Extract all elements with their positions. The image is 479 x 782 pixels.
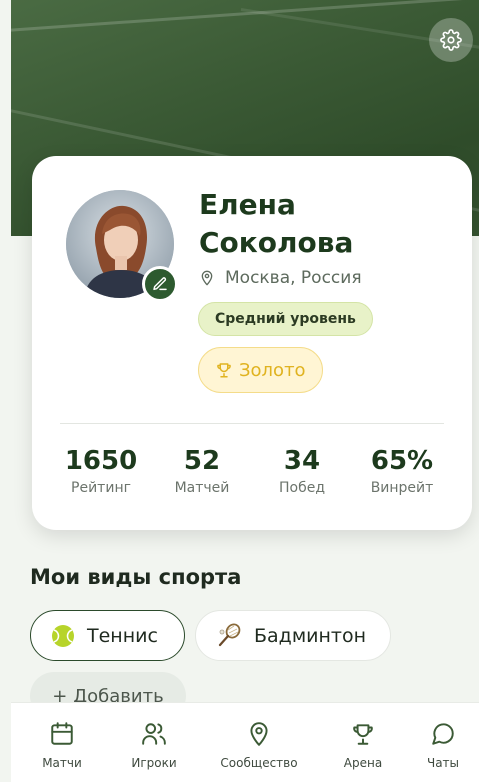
rank-text: Золото: [239, 359, 306, 381]
profile-card: Елена Соколова Москва, Россия Средний ур…: [32, 156, 472, 530]
nav-item-matches[interactable]: Матчи: [37, 721, 87, 770]
nav-item-community[interactable]: Сообщество: [215, 721, 303, 770]
users-icon: [142, 723, 166, 745]
stat-rating: 1650 Рейтинг: [51, 444, 151, 496]
court-line: [11, 0, 479, 33]
stat-winrate: 65% Винрейт: [352, 444, 452, 496]
stat-value: 52: [183, 446, 221, 476]
rank-badge: Золото: [198, 347, 323, 393]
nav-item-chats[interactable]: Чаты: [421, 721, 465, 770]
tennis-ball-icon: [52, 624, 74, 647]
sport-label: Теннис: [87, 624, 158, 647]
profile-name: Елена Соколова: [199, 186, 459, 262]
location-text: Москва, Россия: [225, 268, 362, 288]
gear-icon: [440, 29, 462, 51]
map-pin-icon: [250, 722, 268, 746]
stat-label: Винрейт: [370, 480, 434, 496]
nav-label: Игроки: [131, 756, 177, 770]
stat-value: 34: [283, 446, 321, 476]
trophy-icon: [217, 363, 231, 378]
nav-item-arena[interactable]: Арена: [337, 721, 389, 770]
badminton-racket-icon: [218, 622, 241, 646]
nav-label: Матчи: [42, 756, 82, 770]
nav-item-players[interactable]: Игроки: [124, 721, 184, 770]
map-pin-icon: [201, 270, 213, 286]
sport-chip-badminton[interactable]: Бадминтон: [195, 610, 391, 661]
level-text: Средний уровень: [215, 311, 356, 327]
divider: [60, 423, 444, 424]
sport-label: Бадминтон: [254, 624, 367, 647]
stat-wins: 34 Побед: [252, 444, 352, 496]
location: Москва, Россия: [199, 268, 362, 288]
stats-row: 1650 Рейтинг 52 Матчей 34 Побед 65% Винр…: [32, 444, 472, 504]
stat-label: Побед: [278, 480, 326, 496]
nav-label: Чаты: [426, 756, 460, 770]
calendar-icon: [51, 722, 73, 745]
chat-icon: [432, 723, 454, 745]
nav-label: Сообщество: [220, 756, 298, 770]
nav-label: Арена: [343, 756, 383, 770]
stat-label: Матчей: [174, 480, 230, 496]
stat-value: 1650: [64, 446, 138, 476]
stat-value: 65%: [370, 446, 434, 476]
first-name: Елена: [199, 188, 296, 221]
edit-icon: [153, 277, 167, 291]
last-name: Соколова: [199, 226, 354, 259]
level-badge: Средний уровень: [198, 302, 373, 336]
stat-matches: 52 Матчей: [152, 444, 252, 496]
trophy-icon: [353, 724, 373, 745]
bottom-nav: Матчи Игроки Сообщество Арена Чаты: [11, 702, 479, 782]
sport-chip-tennis[interactable]: Теннис: [30, 610, 185, 661]
settings-button[interactable]: [429, 18, 473, 62]
stat-label: Рейтинг: [71, 480, 131, 496]
sports-section-title: Мои виды спорта: [30, 565, 242, 589]
edit-avatar-button[interactable]: [142, 266, 178, 302]
